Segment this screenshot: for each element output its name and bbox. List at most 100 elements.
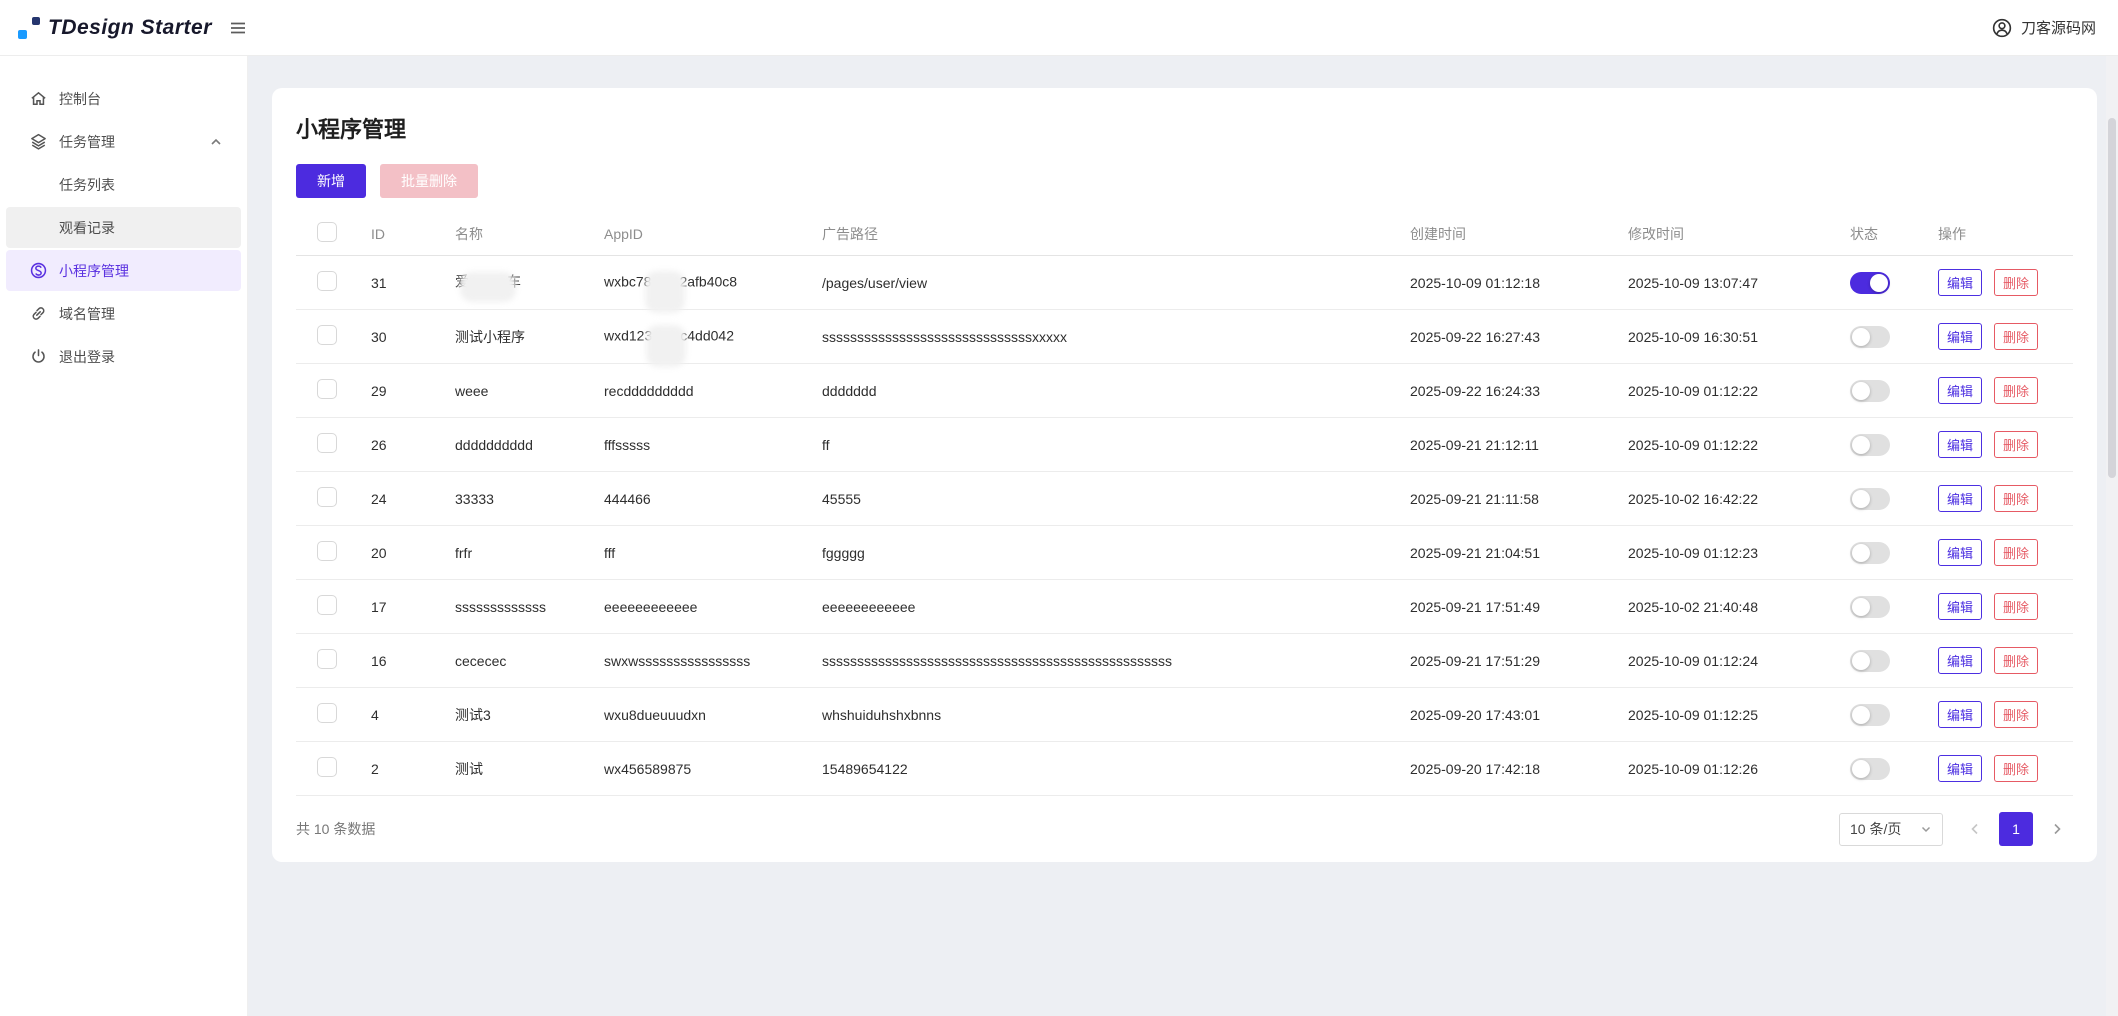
current-page[interactable]: 1: [1999, 812, 2033, 846]
cell-appid: swxwssssssssssssssss: [604, 652, 751, 669]
page-size-select[interactable]: 10 条/页: [1839, 812, 1943, 846]
cell-appid: wx456589875: [604, 760, 692, 777]
cell-name: frfr: [455, 544, 473, 561]
table-row: 20 frfr fff fggggg 2025-09-21 21:04:51 2…: [296, 526, 2073, 580]
cell-ad-path: ff: [822, 436, 830, 453]
status-toggle[interactable]: [1850, 325, 1890, 348]
delete-button[interactable]: 删除: [1994, 539, 2039, 566]
user-avatar-icon: [1992, 18, 2012, 37]
cell-ad-path: ssssssssssssssssssssssssssssssssssssssss…: [822, 652, 1172, 669]
edit-button[interactable]: 编辑: [1938, 377, 1983, 404]
cell-name: 测试: [455, 760, 483, 777]
delete-button[interactable]: 删除: [1994, 377, 2039, 404]
logo-text: TDesign Starter: [48, 15, 212, 39]
row-checkbox[interactable]: [317, 487, 337, 507]
header-modified: 修改时间: [1628, 225, 1684, 242]
cell-created-time: 2025-09-22 16:24:33: [1410, 382, 1540, 399]
row-checkbox[interactable]: [317, 595, 337, 615]
sidebar-item-domain-management[interactable]: 域名管理: [6, 293, 241, 334]
cell-id: 16: [371, 652, 387, 669]
cell-name: 测试小程序: [455, 328, 525, 345]
prev-page-button[interactable]: [1959, 813, 1991, 845]
status-toggle[interactable]: [1850, 433, 1890, 456]
scrollbar-thumb[interactable]: [2108, 118, 2116, 478]
total-count: 共 10 条数据: [296, 821, 376, 837]
delete-button[interactable]: 删除: [1994, 593, 2039, 620]
row-checkbox[interactable]: [317, 271, 337, 291]
select-all-checkbox[interactable]: [317, 222, 337, 242]
status-toggle[interactable]: [1850, 271, 1890, 294]
row-checkbox[interactable]: [317, 379, 337, 399]
cell-appid: eeeeeeeeeeee: [604, 598, 698, 615]
delete-button[interactable]: 删除: [1994, 647, 2039, 674]
table-row: 4 测试3 wxu8dueuuudxn whshuiduhshxbnns 202…: [296, 688, 2073, 742]
delete-button[interactable]: 删除: [1994, 485, 2039, 512]
status-toggle[interactable]: [1850, 487, 1890, 510]
cell-modified-time: 2025-10-09 01:12:23: [1628, 544, 1758, 561]
edit-button[interactable]: 编辑: [1938, 539, 1983, 566]
cell-modified-time: 2025-10-02 21:40:48: [1628, 598, 1758, 615]
cell-name: 33333: [455, 490, 494, 507]
header-appid: AppID: [604, 225, 643, 242]
row-checkbox[interactable]: [317, 541, 337, 561]
edit-button[interactable]: 编辑: [1938, 269, 1983, 296]
delete-button[interactable]: 删除: [1994, 701, 2039, 728]
edit-button[interactable]: 编辑: [1938, 431, 1983, 458]
collapse-menu-icon[interactable]: [228, 18, 248, 38]
edit-button[interactable]: 编辑: [1938, 323, 1983, 350]
censor-blur: [645, 270, 686, 313]
delete-button[interactable]: 删除: [1994, 755, 2039, 782]
cell-created-time: 2025-09-21 21:11:58: [1410, 490, 1539, 507]
cell-id: 24: [371, 490, 387, 507]
cell-appid: 444466: [604, 490, 651, 507]
sidebar-item-watch-records[interactable]: 观看记录: [6, 207, 241, 248]
sidebar-item-task-management[interactable]: 任务管理: [6, 121, 241, 162]
status-toggle[interactable]: [1850, 757, 1890, 780]
delete-button[interactable]: 删除: [1994, 269, 2039, 296]
edit-button[interactable]: 编辑: [1938, 701, 1983, 728]
cell-ad-path: ddddddd: [822, 382, 877, 399]
app-logo[interactable]: TDesign Starter: [18, 15, 212, 41]
next-page-button[interactable]: [2041, 813, 2073, 845]
status-toggle[interactable]: [1850, 649, 1890, 672]
edit-button[interactable]: 编辑: [1938, 593, 1983, 620]
status-toggle[interactable]: [1850, 703, 1890, 726]
user-menu[interactable]: 刀客源码网: [1991, 17, 2096, 39]
row-checkbox[interactable]: [317, 757, 337, 777]
sidebar-item-miniprogram-management[interactable]: 小程序管理: [6, 250, 241, 291]
sidebar-item-dashboard[interactable]: 控制台: [6, 78, 241, 119]
add-button[interactable]: 新增: [296, 164, 366, 198]
sidebar-item-task-list[interactable]: 任务列表: [6, 164, 241, 205]
delete-button[interactable]: 删除: [1994, 431, 2039, 458]
batch-delete-button[interactable]: 批量删除: [380, 164, 478, 198]
table-footer: 共 10 条数据 10 条/页 1: [296, 796, 2073, 862]
cell-name: dddddddddd: [455, 436, 533, 453]
cell-created-time: 2025-09-21 17:51:49: [1410, 598, 1540, 615]
cell-appid: wxbc78 2afb40c8: [604, 262, 822, 313]
cell-created-time: 2025-09-20 17:42:18: [1410, 760, 1540, 777]
page-title: 小程序管理: [296, 117, 407, 142]
row-checkbox[interactable]: [317, 433, 337, 453]
row-checkbox[interactable]: [317, 649, 337, 669]
delete-button[interactable]: 删除: [1994, 323, 2039, 350]
user-name: 刀客源码网: [2020, 20, 2096, 37]
status-toggle[interactable]: [1850, 595, 1890, 618]
sidebar-item-logout[interactable]: 退出登录: [6, 336, 241, 377]
table-row: 17 sssssssssssss eeeeeeeeeeee eeeeeeeeee…: [296, 580, 2073, 634]
status-toggle[interactable]: [1850, 541, 1890, 564]
status-toggle[interactable]: [1850, 379, 1890, 402]
cell-appid: recddddddddd: [604, 382, 694, 399]
edit-button[interactable]: 编辑: [1938, 647, 1983, 674]
cell-ad-path: whshuiduhshxbnns: [822, 706, 942, 723]
cell-ad-path: /pages/user/view: [822, 274, 928, 291]
chevron-down-icon: [1921, 826, 1931, 833]
edit-button[interactable]: 编辑: [1938, 485, 1983, 512]
cell-created-time: 2025-10-09 01:12:18: [1410, 274, 1540, 291]
edit-button[interactable]: 编辑: [1938, 755, 1983, 782]
cell-name: 测试3: [455, 706, 491, 723]
row-checkbox[interactable]: [317, 325, 337, 345]
cell-id: 20: [371, 544, 387, 561]
row-checkbox[interactable]: [317, 703, 337, 723]
censor-blur: [646, 324, 687, 367]
cell-ad-path: 15489654122: [822, 760, 908, 777]
